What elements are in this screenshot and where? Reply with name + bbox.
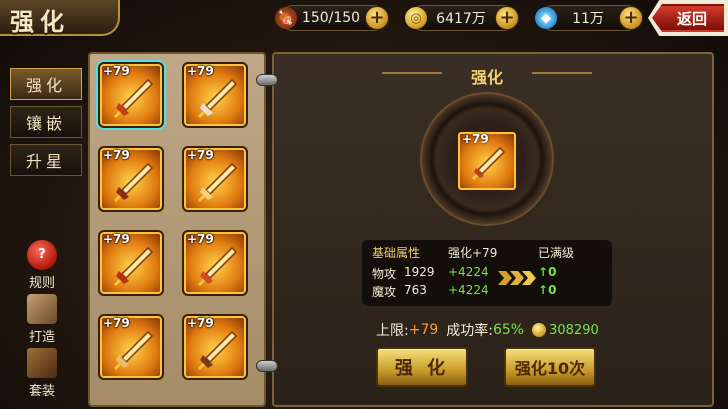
tab-inlay[interactable]: 镶嵌 (10, 106, 82, 138)
weapon-icon (114, 162, 154, 202)
tab-enhance[interactable]: 强化 (10, 68, 82, 100)
rate-label: 成功率: (446, 323, 493, 339)
stat-name: 物攻 (372, 267, 397, 281)
item-slot[interactable]: +79 (98, 230, 164, 296)
forge-button[interactable]: 打造 (18, 294, 66, 345)
arrow-chevrons-icon (498, 271, 536, 285)
stats-box: 基础属性 强化+79 已满级 物攻 1929 +4224 ↑0 魔攻 763 +… (362, 240, 612, 306)
add-stamina-button[interactable]: + (365, 6, 389, 30)
stat-gain-value: 0 (548, 283, 557, 297)
item-slot[interactable]: +79 (182, 146, 248, 212)
add-gold-button[interactable]: + (495, 6, 519, 30)
item-slot[interactable]: +79 (98, 62, 164, 128)
diamond-value: 11万 (572, 11, 604, 27)
weapon-icon (198, 162, 238, 202)
back-button[interactable]: 返回 (652, 4, 724, 32)
item-slot[interactable]: +79 (182, 314, 248, 380)
add-diamond-button[interactable]: + (619, 6, 643, 30)
weapon-icon (114, 330, 154, 370)
stat-name: 魔攻 (372, 285, 397, 299)
book-icon (27, 348, 57, 378)
tab-star-up[interactable]: 升星 (10, 144, 82, 176)
item-slot[interactable]: +79 (98, 314, 164, 380)
weapon-icon (198, 330, 238, 370)
rules-button[interactable]: ? 规则 (18, 240, 66, 291)
title-ornament-right (532, 72, 592, 74)
limit-label: 上限: (376, 323, 409, 339)
diamond-icon: ◆ (535, 7, 557, 29)
stamina-value: 150/150 (301, 10, 361, 26)
cost-value: 308290 (549, 322, 599, 338)
title-plate: 强化 (0, 0, 120, 36)
stat-gain: ↑0 (538, 265, 557, 279)
limit-value: +79 (408, 322, 439, 338)
rules-label: 规则 (28, 276, 55, 291)
stat-base: 763 (404, 283, 427, 297)
item-slot[interactable]: +79 (182, 62, 248, 128)
stat-gain-value: 0 (548, 265, 557, 279)
set-label: 套装 (28, 384, 55, 399)
question-icon: ? (27, 240, 57, 270)
base-attr-label: 基础属性 (372, 246, 421, 260)
page-title: 强化 (10, 8, 70, 36)
weapon-icon (198, 78, 238, 118)
stat-gain: ↑0 (538, 283, 557, 297)
sword-icon (472, 146, 506, 180)
enhance-10x-button[interactable]: 强化10次 (504, 347, 596, 387)
stat-base: 1929 (404, 265, 435, 279)
enhance-button[interactable]: 强 化 (376, 347, 468, 387)
meat-icon: 🍖 (275, 7, 297, 29)
forge-icon (27, 294, 57, 324)
panel-title: 强化 (470, 68, 503, 87)
selected-item-slot: +79 (456, 130, 518, 192)
weapon-icon (114, 78, 154, 118)
book-ring (256, 360, 278, 372)
limit-row: 上限: +79 成功率: 65% 308290 (376, 320, 599, 340)
title-ornament-left (382, 72, 442, 74)
set-button[interactable]: 套装 (18, 348, 66, 399)
stamina-counter: 🍖 150/150 + (275, 5, 389, 31)
gold-coin-icon (532, 323, 547, 337)
weapon-icon (198, 246, 238, 286)
diamond-counter: ◆ 11万 + (535, 5, 643, 31)
max-level-label: 已满级 (538, 246, 575, 260)
rate-value: 65% (492, 322, 525, 338)
item-slot[interactable]: +79 (98, 146, 164, 212)
weapon-icon (114, 246, 154, 286)
stat-bonus: +4224 (448, 283, 489, 297)
gold-value: 6417万 (436, 11, 486, 27)
gold-coin-icon: ◎ (405, 7, 427, 29)
forge-label: 打造 (28, 330, 55, 345)
book-ring (256, 74, 278, 86)
current-level-label: 强化+79 (448, 246, 498, 260)
gold-counter: ◎ 6417万 + (405, 5, 519, 31)
item-slot[interactable]: +79 (182, 230, 248, 296)
